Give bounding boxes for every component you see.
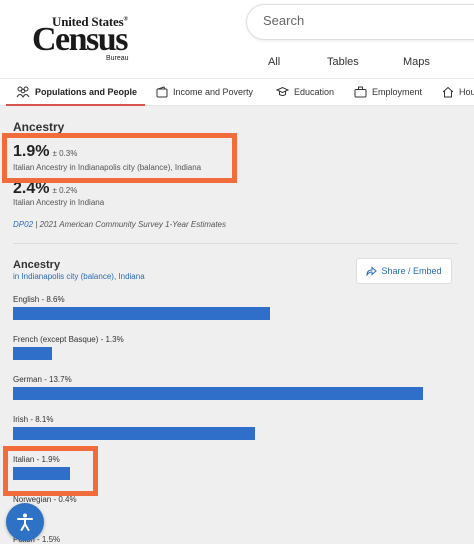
category-nav: Populations and People Income and Povert… bbox=[0, 78, 474, 106]
house-icon bbox=[442, 86, 454, 98]
wallet-icon bbox=[156, 86, 168, 98]
source-table-link[interactable]: DP02 bbox=[13, 220, 33, 229]
accessibility-button[interactable] bbox=[6, 503, 44, 541]
bar-irish[interactable] bbox=[13, 427, 255, 440]
bar-english[interactable] bbox=[13, 307, 270, 320]
bar-label-french-except-basque: French (except Basque) - 1.3% bbox=[13, 335, 124, 344]
search-box bbox=[246, 4, 474, 40]
briefcase-icon bbox=[354, 86, 367, 98]
accessibility-icon bbox=[17, 513, 33, 531]
bar-label-english: English - 8.6% bbox=[13, 295, 65, 304]
site-header: United States® Census Bureau All Tables … bbox=[0, 0, 474, 78]
category-populations-and-people[interactable]: Populations and People bbox=[5, 79, 146, 106]
tab-all[interactable]: All bbox=[268, 56, 280, 68]
census-logo[interactable]: United States® Census Bureau bbox=[32, 14, 132, 62]
category-label: Income and Poverty bbox=[173, 87, 254, 97]
category-income-and-poverty[interactable]: Income and Poverty bbox=[156, 79, 253, 105]
logo-name: Census bbox=[32, 21, 128, 58]
graduation-cap-icon bbox=[276, 86, 289, 96]
category-label: Education bbox=[294, 87, 335, 97]
section-divider bbox=[13, 243, 458, 244]
chart-title: Ancestry bbox=[13, 259, 61, 271]
share-embed-button[interactable]: Share / Embed bbox=[356, 258, 452, 284]
source-line: DP02 | 2021 American Community Survey 1-… bbox=[13, 220, 226, 229]
bar-label-german: German - 13.7% bbox=[13, 375, 72, 384]
source-survey: 2021 American Community Survey 1-Year Es… bbox=[39, 220, 227, 229]
search-input[interactable] bbox=[263, 13, 463, 28]
category-label: Hou bbox=[459, 87, 474, 97]
category-label: Populations and People bbox=[35, 87, 138, 97]
source-separator: | bbox=[35, 220, 38, 229]
secondary-stat-moe: ± 0.2% bbox=[52, 186, 78, 195]
share-embed-label: Share / Embed bbox=[381, 266, 442, 276]
tab-maps[interactable]: Maps bbox=[403, 56, 430, 68]
bar-label-irish: Irish - 8.1% bbox=[13, 415, 54, 424]
share-icon bbox=[366, 266, 378, 276]
tab-tables[interactable]: Tables bbox=[327, 56, 359, 68]
bar-french-except-basque[interactable] bbox=[13, 347, 52, 360]
highlight-box-primary-stat bbox=[2, 133, 237, 183]
category-education[interactable]: Education bbox=[276, 79, 334, 105]
category-employment[interactable]: Employment bbox=[354, 79, 422, 105]
summary-title: Ancestry bbox=[13, 120, 65, 134]
highlight-box-italian-bar bbox=[3, 446, 98, 496]
category-housing[interactable]: Hou bbox=[442, 79, 474, 105]
people-icon bbox=[16, 86, 30, 98]
chart-subtitle: in Indianapolis city (balance), Indiana bbox=[13, 272, 145, 281]
category-label: Employment bbox=[372, 87, 423, 97]
bar-german[interactable] bbox=[13, 387, 423, 400]
secondary-stat-description: Italian Ancestry in Indiana bbox=[13, 198, 105, 207]
logo-bureau: Bureau bbox=[106, 55, 129, 62]
